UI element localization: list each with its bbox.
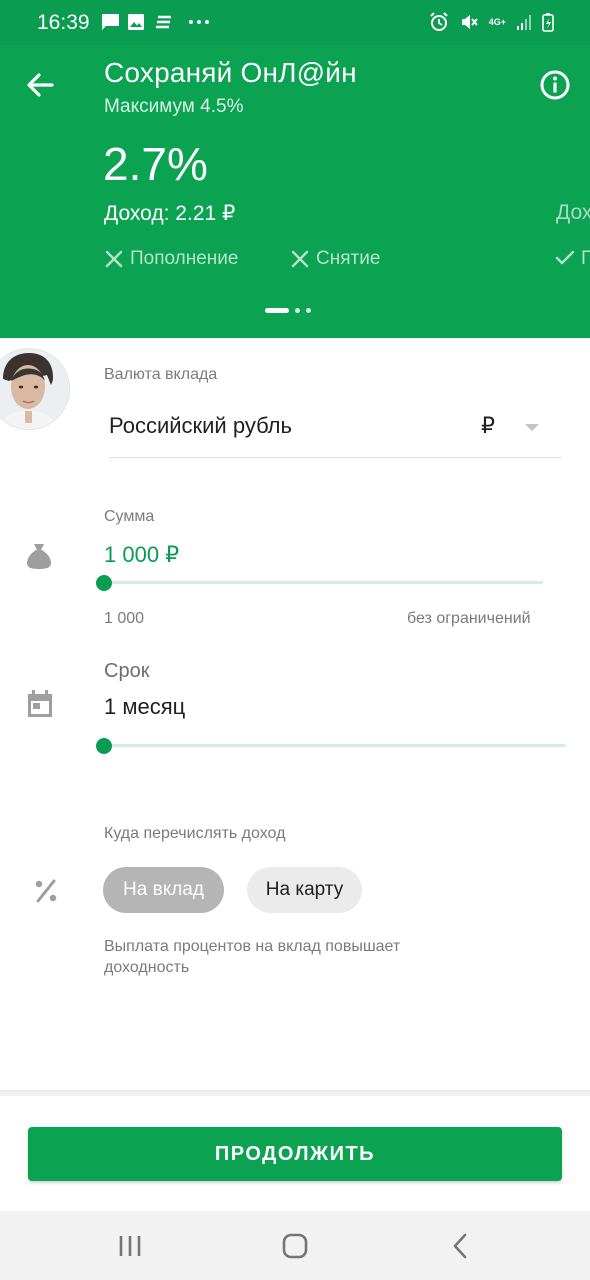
carousel-dot <box>306 308 311 313</box>
more-icon <box>189 20 209 24</box>
currency-symbol: ₽ <box>481 413 495 438</box>
next-card-feature-peek: П <box>555 248 590 268</box>
status-bar: 16:39 4G+ <box>0 0 590 45</box>
term-slider-thumb[interactable] <box>96 738 112 754</box>
check-icon <box>555 250 575 265</box>
money-bag-icon <box>27 544 51 569</box>
carousel-dot <box>295 308 300 313</box>
recent-apps-icon[interactable] <box>113 1229 147 1263</box>
system-nav-bar <box>0 1211 590 1280</box>
amount-max-label: без ограничений <box>407 610 531 627</box>
currency-value[interactable]: Российский рубль <box>109 413 292 439</box>
cross-icon <box>291 250 309 268</box>
amount-label: Сумма <box>104 508 155 525</box>
feature-withdrawal: Снятие <box>290 248 380 270</box>
income-amount: Доход: 2.21 ₽ <box>104 202 236 225</box>
currency-label: Валюта вклада <box>104 366 218 383</box>
status-time: 16:39 <box>37 11 90 34</box>
deposit-max-rate: Максимум 4.5% <box>104 96 244 117</box>
term-slider-track[interactable] <box>104 744 566 747</box>
bottom-divider <box>0 1090 590 1096</box>
amount-min-label: 1 000 <box>104 610 145 627</box>
cross-icon <box>105 250 123 268</box>
alarm-icon <box>430 12 448 31</box>
info-icon[interactable] <box>537 67 573 103</box>
nav-back-icon[interactable] <box>444 1229 478 1263</box>
payout-note: Выплата процентов на вклад повышает дохо… <box>104 938 401 976</box>
message-icon <box>102 14 119 30</box>
avatar-image <box>0 349 69 429</box>
amount-slider-track[interactable] <box>104 581 543 584</box>
term-label: Срок <box>104 660 150 682</box>
calendar-icon <box>28 690 52 717</box>
carousel-indicator <box>265 308 311 313</box>
back-arrow-icon[interactable] <box>22 67 58 103</box>
signal-icon <box>517 15 531 30</box>
deposit-title: Сохраняй ОнЛ@йн <box>104 57 357 88</box>
amount-value[interactable]: 1 000 ₽ <box>104 542 179 568</box>
feature-withdrawal-label: Снятие <box>316 248 381 269</box>
percent-icon <box>35 879 57 903</box>
sberbank-icon <box>156 15 171 29</box>
battery-icon <box>542 13 554 32</box>
dropdown-caret-icon[interactable] <box>525 424 539 431</box>
payout-label: Куда перечислять доход <box>104 825 286 842</box>
next-card-income-peek: Дох <box>556 201 590 224</box>
network-type: 4G+ <box>488 16 506 27</box>
amount-slider-thumb[interactable] <box>96 575 112 591</box>
feature-topup: Пополнение <box>104 248 238 270</box>
feature-topup-label: Пополнение <box>130 248 239 269</box>
currency-underline <box>109 457 562 458</box>
mute-icon <box>461 15 478 29</box>
deposit-header: Сохраняй ОнЛ@йн Максимум 4.5% 2.7% Доход… <box>0 45 590 338</box>
payout-option-card[interactable]: На карту <box>247 867 362 913</box>
home-icon[interactable] <box>278 1229 312 1263</box>
interest-rate: 2.7% <box>103 138 208 190</box>
term-value[interactable]: 1 месяц <box>104 694 185 720</box>
status-indicators: 4G+ <box>429 12 554 32</box>
continue-button[interactable]: ПРОДОЛЖИТЬ <box>28 1127 562 1181</box>
carousel-dot-active <box>265 308 289 313</box>
next-card-feature-letter: П <box>581 248 590 268</box>
avatar[interactable] <box>0 348 70 430</box>
payout-option-deposit[interactable]: На вклад <box>103 867 224 913</box>
gallery-icon <box>128 14 144 30</box>
